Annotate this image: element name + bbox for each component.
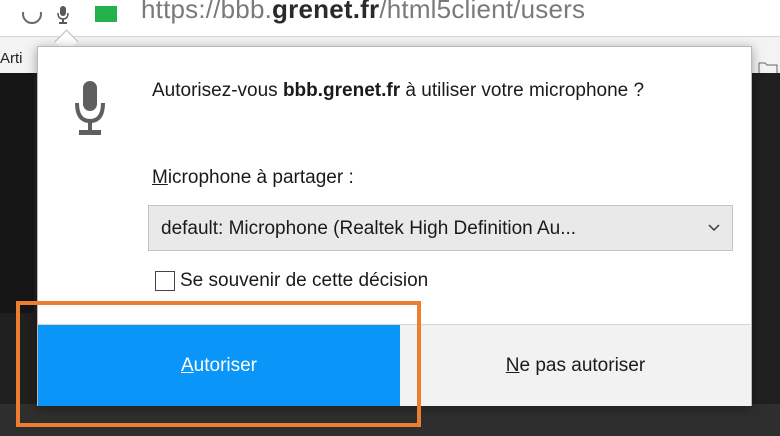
deny-button[interactable]: Ne pas autoriser [400, 325, 751, 406]
highlight-annotation [16, 301, 421, 427]
share-label-accesskey: M [152, 167, 168, 188]
permission-prompt: Autorisez-vous bbb.grenet.fr à utiliser … [152, 74, 722, 108]
device-select-label: Microphone à partager : [152, 167, 354, 189]
selected-device: default: Microphone (Realtek High Defini… [161, 218, 577, 239]
screenshot-root: https://bbb.grenet.fr/html5client/users … [0, 0, 780, 436]
microphone-permission-icon[interactable] [56, 6, 70, 24]
microphone-device-select[interactable]: default: Microphone (Realtek High Defini… [148, 205, 733, 251]
share-label-rest: icrophone à partager : [167, 167, 354, 188]
bookmark-item[interactable]: Arti [0, 50, 23, 67]
url-host-domain: grenet.fr [272, 0, 380, 24]
url-text[interactable]: https://bbb.grenet.fr/html5client/users [141, 0, 585, 25]
microphone-icon [75, 81, 105, 135]
chevron-down-icon[interactable] [707, 221, 721, 235]
address-bar[interactable]: https://bbb.grenet.fr/html5client/users [0, 0, 780, 37]
info-icon[interactable] [22, 12, 42, 24]
secure-connection-indicator [95, 6, 117, 22]
prompt-before: Autorisez-vous [152, 80, 283, 101]
url-prefix: https://bbb. [141, 0, 273, 24]
url-path: /html5client/users [379, 0, 586, 24]
remember-decision-checkbox[interactable] [155, 271, 175, 291]
remember-decision-label[interactable]: Se souvenir de cette décision [180, 270, 428, 292]
deny-accesskey: N [505, 355, 520, 376]
prompt-after: à utiliser votre microphone ? [400, 80, 645, 101]
deny-label-rest: e pas autoriser [519, 355, 646, 376]
prompt-host: bbb.grenet.fr [282, 80, 401, 101]
page-sidebar [0, 73, 34, 313]
